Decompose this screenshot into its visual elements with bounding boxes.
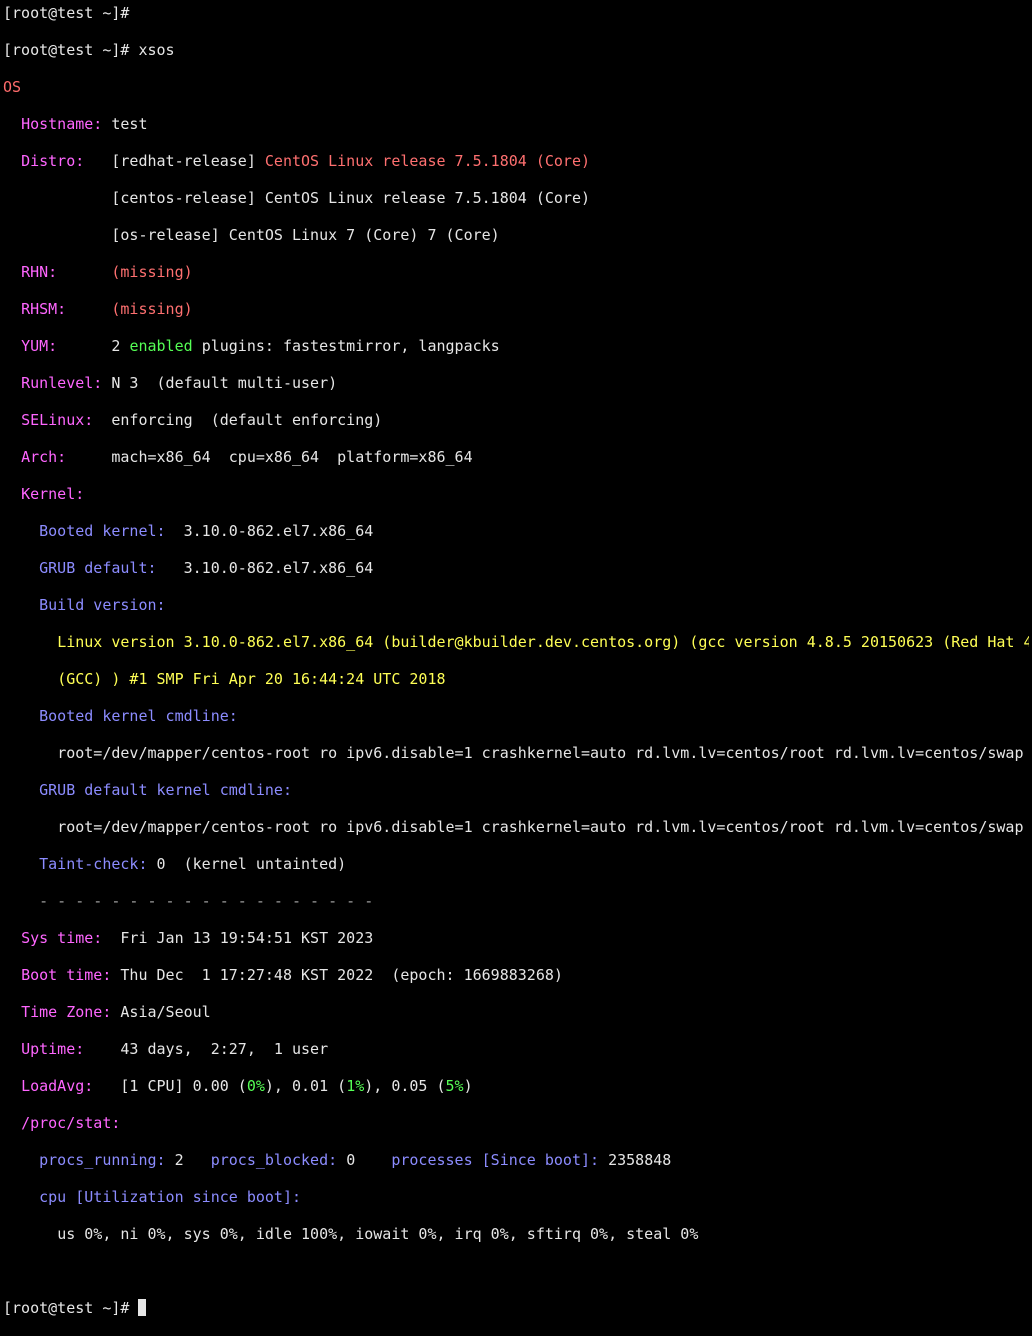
selinux-line: SELinux: enforcing (default enforcing) [21, 411, 383, 429]
terminal-window[interactable]: { "prompt": "[root@test ~]#", "top_line"… [0, 0, 1032, 1317]
prev-prompt-line: [root@test ~]# [3, 4, 130, 22]
arch-line: Arch: mach=x86_64 cpu=x86_64 platform=x8… [21, 448, 473, 466]
final-prompt-line[interactable]: [root@test ~]# [3, 1299, 1029, 1318]
taint-check-line: Taint-check: 0 (kernel untainted) [39, 855, 347, 873]
grub-cmdline-label-line: GRUB default kernel cmdline: [39, 781, 292, 799]
rhn-line: RHN: (missing) [21, 263, 193, 281]
sys-time-line: Sys time: Fri Jan 13 19:54:51 KST 2023 [21, 929, 374, 947]
separator-line: - - - - - - - - - - - - - - - - - - - [39, 892, 374, 910]
distro-line: Distro: [redhat-release] CentOS Linux re… [21, 152, 591, 170]
cursor[interactable] [138, 1299, 147, 1316]
procs-line: procs_running: 2 procs_blocked: 0 proces… [39, 1151, 672, 1169]
loadavg-line: LoadAvg: [1 CPU] 0.00 (0%), 0.01 (1%), 0… [21, 1077, 473, 1095]
booted-cmdline-line: root=/dev/mapper/centos-root ro ipv6.dis… [57, 744, 1024, 762]
boot-time-line: Boot time: Thu Dec 1 17:27:48 KST 2022 (… [21, 966, 563, 984]
hostname-line: Hostname: test [21, 115, 148, 133]
yum-line: YUM: 2 enabled plugins: fastestmirror, l… [21, 337, 500, 355]
cpu-utilization-line: us 0%, ni 0%, sys 0%, idle 100%, iowait … [57, 1225, 699, 1243]
command-line: [root@test ~]# xsos [3, 41, 175, 59]
time-zone-line: Time Zone: Asia/Seoul [21, 1003, 211, 1021]
command-text: xsos [138, 41, 175, 59]
os-section-header: OS [3, 78, 22, 96]
runlevel-line: Runlevel: N 3 (default multi-user) [21, 374, 338, 392]
grub-cmdline-line: root=/dev/mapper/centos-root ro ipv6.dis… [57, 818, 1024, 836]
terminal-output: [root@test ~]# [root@test ~]# xsos OS Ho… [3, 0, 1029, 1336]
build-version-line-1: Linux version 3.10.0-862.el7.x86_64 (bui… [57, 633, 1029, 651]
build-version-label-line: Build version: [39, 596, 166, 614]
grub-default-line: GRUB default: 3.10.0-862.el7.x86_64 [39, 559, 374, 577]
cpu-label-line: cpu [Utilization since boot]: [39, 1188, 302, 1206]
booted-kernel-line: Booted kernel: 3.10.0-862.el7.x86_64 [39, 522, 374, 540]
booted-cmdline-label-line: Booted kernel cmdline: [39, 707, 238, 725]
distro-centos-line: [centos-release] CentOS Linux release 7.… [111, 189, 591, 207]
distro-os-line: [os-release] CentOS Linux 7 (Core) 7 (Co… [111, 226, 500, 244]
uptime-line: Uptime: 43 days, 2:27, 1 user [21, 1040, 329, 1058]
proc-stat-line: /proc/stat: [21, 1114, 121, 1132]
rhsm-line: RHSM: (missing) [21, 300, 193, 318]
kernel-line: Kernel: [21, 485, 85, 503]
